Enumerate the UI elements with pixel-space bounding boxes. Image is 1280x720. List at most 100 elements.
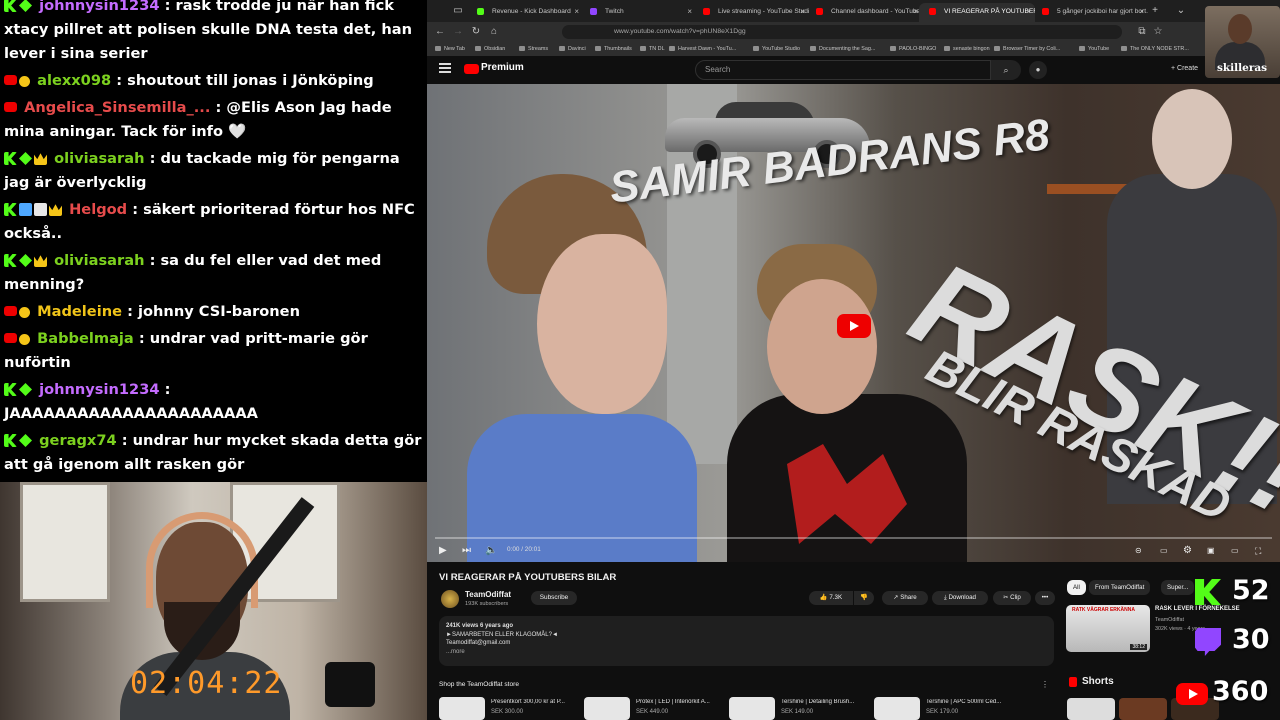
create-button[interactable]: + Create <box>1171 65 1198 72</box>
bookmark-item[interactable]: Obsidian <box>475 44 505 54</box>
search-icon[interactable]: ⌕ <box>991 60 1021 80</box>
bulb-badge-icon <box>19 307 30 318</box>
store-product[interactable]: Tershine | Detailing Brush... SEK 149.00 <box>729 697 869 720</box>
back-icon[interactable]: ← <box>433 25 447 39</box>
browser-tab[interactable]: VI REAGERAR PÅ YOUTUBERS B...× <box>919 3 1035 22</box>
bookmark-item[interactable]: Documenting the Sag... <box>810 44 875 54</box>
subtitles-icon[interactable]: ▭ <box>1160 544 1168 558</box>
bookmark-item[interactable]: Browser Timer by Coli... <box>994 44 1060 54</box>
menu-icon[interactable] <box>439 63 451 73</box>
dislike-icon[interactable]: 👎 <box>854 591 874 605</box>
video-player[interactable]: SAMIR BADRANS R8 RASK!! BLIR RASKAD ▶ ⏭ … <box>427 84 1280 562</box>
chat-text: : shoutout till jonas i Jönköping <box>116 72 374 89</box>
bookmark-item[interactable]: New Tab <box>435 44 465 54</box>
miniplayer-icon[interactable]: ▣ <box>1207 544 1215 558</box>
chat-username[interactable]: Babbelmaja <box>37 330 134 347</box>
description-box[interactable]: 241K views 6 years ago ►SAMARBETEN ELLER… <box>439 616 1054 666</box>
filter-chip[interactable]: Super... <box>1161 580 1195 595</box>
like-button[interactable]: 👍 7.3K <box>809 591 853 605</box>
channel-avatar[interactable] <box>441 590 459 608</box>
tab-favicon-icon <box>929 8 936 15</box>
clip-label: Clip <box>1010 594 1021 601</box>
kick-viewer-count: 52 <box>1232 575 1270 606</box>
clip-button[interactable]: ✂ Clip <box>993 591 1031 605</box>
chat-username[interactable]: oliviasarah <box>54 150 144 167</box>
youtube-icon <box>1176 683 1208 705</box>
store-menu-icon[interactable]: ⋮ <box>1041 680 1049 689</box>
download-button[interactable]: ⤓ Download <box>932 591 988 605</box>
fullscreen-icon[interactable]: ⛶ <box>1255 544 1261 558</box>
bookmark-item[interactable]: PAOLO-BINGO <box>890 44 936 54</box>
browser-tab[interactable]: 5 gånger jockiboi har gjort bort... × <box>1032 3 1148 22</box>
store-product[interactable]: Tershine | APC 500ml Ced... SEK 179.00 <box>874 697 1014 720</box>
filter-chip[interactable]: All <box>1067 580 1086 595</box>
home-icon[interactable]: ⌂ <box>487 25 501 39</box>
chat-username[interactable]: Angelica_Sinsemilla_... <box>24 99 210 116</box>
settings-icon[interactable]: ⚙ <box>1183 544 1192 558</box>
forward-icon[interactable]: → <box>451 25 465 39</box>
tab-search-icon[interactable]: ▭ <box>452 5 464 17</box>
description-more-link[interactable]: ...more <box>446 648 1047 657</box>
bookmark-item[interactable]: Streams <box>519 44 548 54</box>
recommended-channel[interactable]: TeamOdiffat <box>1155 617 1184 623</box>
reload-icon[interactable]: ↻ <box>469 25 483 39</box>
browser-tab[interactable]: Live streaming - YouTube Studio × <box>693 3 809 22</box>
chat-username[interactable]: geragx74 <box>39 432 117 449</box>
autoplay-toggle-icon[interactable]: ⊝ <box>1135 544 1142 558</box>
product-thumbnail <box>729 697 775 720</box>
recommended-thumbnail[interactable]: RATK VÄGRAR ERKÄNNA 38:12 <box>1066 605 1150 652</box>
chat-username[interactable]: Madeleine <box>37 303 122 320</box>
chat-username[interactable]: oliviasarah <box>54 252 144 269</box>
play-icon[interactable]: ▶ <box>439 544 447 558</box>
progress-bar[interactable] <box>435 537 1272 539</box>
next-icon[interactable]: ⏭ <box>462 544 471 558</box>
filter-chip[interactable]: From TeamOdiffat <box>1089 580 1151 595</box>
url-input[interactable]: www.youtube.com/watch?v=phUN8eX1Dgg <box>562 25 1122 39</box>
close-tab-icon[interactable]: × <box>1026 3 1031 20</box>
bookmark-item[interactable]: Thumbnails <box>595 44 632 54</box>
bookmark-item[interactable]: Harvest Dawn - YouTu... <box>669 44 736 54</box>
chat-username[interactable]: alexx098 <box>37 72 111 89</box>
bookmark-item[interactable]: YouTube <box>1079 44 1109 54</box>
youtube-logo-icon[interactable] <box>464 64 479 74</box>
subscribe-button[interactable]: Subscribe <box>531 591 577 605</box>
new-tab-button[interactable]: + <box>1149 5 1161 17</box>
short-thumbnail[interactable] <box>1119 698 1167 720</box>
share-button[interactable]: ↗ Share <box>882 591 928 605</box>
video-person-left <box>467 174 697 562</box>
browser-tab[interactable]: Channel dashboard - YouTube St...× <box>806 3 922 22</box>
bookmark-star-icon[interactable]: ☆ <box>1151 25 1165 39</box>
store-product[interactable]: Protex | LED | Interiörkit A... SEK 449.0… <box>584 697 724 720</box>
bookmark-item[interactable]: senaste bingon <box>944 44 990 54</box>
browser-tab[interactable]: Revenue - Kick Dashboard × <box>467 3 583 22</box>
bookmark-item[interactable]: TN DL <box>640 44 665 54</box>
theater-icon[interactable]: ▭ <box>1231 544 1239 558</box>
bookmark-item[interactable]: The ONLY NODE STR... <box>1121 44 1189 54</box>
play-button-icon[interactable] <box>837 314 871 338</box>
youtube-premium-logo[interactable]: Premium <box>481 62 524 73</box>
volume-icon[interactable]: 🔈 <box>485 544 497 558</box>
more-actions-button[interactable]: ••• <box>1035 591 1055 605</box>
close-tab-icon[interactable]: × <box>574 3 579 20</box>
chat-username[interactable]: johnnysin1234 <box>39 0 159 14</box>
voice-search-icon[interactable]: ● <box>1029 61 1047 79</box>
store-product[interactable]: Presentkort 300,00 kr at P... SEK 300.00 <box>439 697 579 720</box>
extensions-icon[interactable]: ⧉ <box>1135 25 1149 39</box>
close-tab-icon[interactable]: × <box>913 3 918 20</box>
tab-list-icon[interactable]: ⌄ <box>1175 5 1187 17</box>
close-tab-icon[interactable]: × <box>687 3 692 20</box>
bookmark-item[interactable]: Davinci <box>559 44 586 54</box>
short-thumbnail[interactable] <box>1067 698 1115 720</box>
bulb-badge-icon <box>19 76 30 87</box>
close-tab-icon[interactable]: × <box>1139 3 1144 20</box>
bookmark-item[interactable]: YouTube Studio <box>753 44 800 54</box>
search-input[interactable]: Search <box>695 60 991 80</box>
recommended-title[interactable]: RASK LEVER I FÖRNEKELSE <box>1155 606 1240 612</box>
chat-username[interactable]: Helgod <box>69 201 127 218</box>
chat-message: Helgod : säkert prioriterad förtur hos N… <box>4 198 423 246</box>
chat-username[interactable]: johnnysin1234 <box>39 381 159 398</box>
close-tab-icon[interactable]: × <box>800 3 805 20</box>
browser-tab[interactable]: Twitch × <box>580 3 696 22</box>
product-name: Tershine | APC 500ml Ced... <box>926 699 1002 705</box>
channel-name[interactable]: TeamOdiffat <box>465 590 511 599</box>
